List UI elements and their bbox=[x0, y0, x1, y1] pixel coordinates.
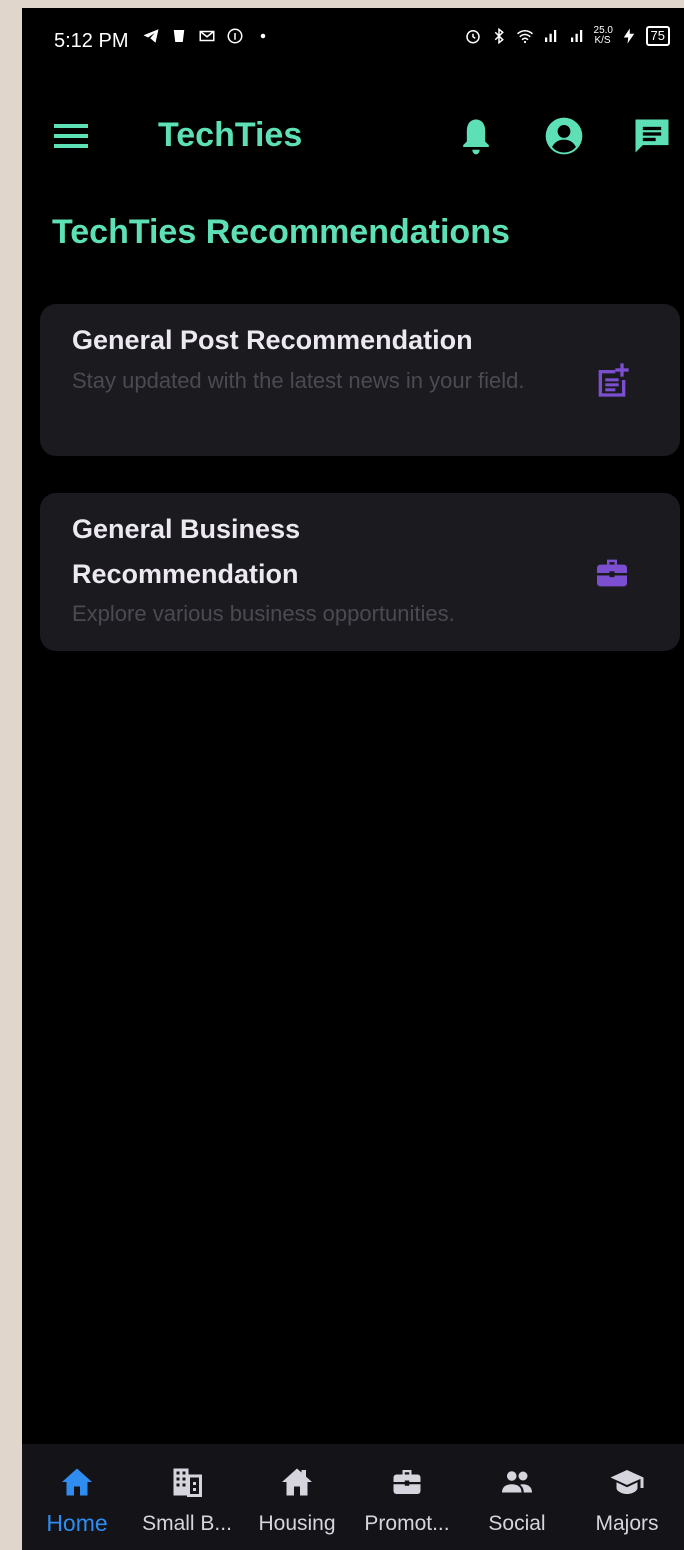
general-business-recommendation-card[interactable]: General Business Recommendation Explore … bbox=[40, 493, 680, 651]
bell-icon[interactable] bbox=[454, 114, 498, 158]
charging-icon bbox=[623, 28, 634, 44]
briefcase-icon bbox=[393, 1470, 421, 1494]
section-title: TechTies Recommendations bbox=[52, 213, 510, 251]
nav-item-majors[interactable]: Majors bbox=[572, 1444, 682, 1550]
cup-icon bbox=[173, 30, 185, 42]
signal-icon bbox=[570, 30, 582, 42]
general-post-recommendation-card[interactable]: General Post Recommendation Stay updated… bbox=[40, 304, 680, 456]
home-icon bbox=[62, 1468, 92, 1496]
nav-item-home[interactable]: Home bbox=[22, 1444, 132, 1550]
nav-label: Majors bbox=[595, 1512, 659, 1535]
status-bar: 5:12 PM 25.0 K/S 75 bbox=[22, 8, 684, 72]
nav-label: Social bbox=[488, 1512, 546, 1535]
network-speed: 25.0 K/S bbox=[593, 25, 613, 46]
telegram-icon bbox=[143, 29, 159, 43]
bottom-navigation: Home Small B... Housing Promot... Social… bbox=[22, 1444, 684, 1550]
status-time: 5:12 PM bbox=[54, 30, 129, 52]
card-title: General Business Recommendation bbox=[72, 514, 301, 589]
post-add-icon bbox=[598, 363, 629, 397]
account-circle-icon[interactable] bbox=[542, 114, 586, 158]
wifi-icon bbox=[516, 30, 533, 44]
nav-label: Promot... bbox=[364, 1512, 450, 1535]
notification-icons bbox=[142, 27, 272, 45]
graduation-cap-icon bbox=[610, 1470, 644, 1494]
menu-icon[interactable] bbox=[52, 120, 92, 152]
nav-item-housing[interactable]: Housing bbox=[242, 1444, 352, 1550]
app-bar: TechTies bbox=[22, 98, 684, 174]
chat-icon[interactable] bbox=[630, 114, 674, 158]
nav-item-small-business[interactable]: Small B... bbox=[132, 1444, 242, 1550]
building-icon bbox=[173, 1468, 202, 1497]
info-circle-icon bbox=[227, 28, 243, 44]
nav-item-promotions[interactable]: Promot... bbox=[352, 1444, 462, 1550]
bluetooth-icon bbox=[494, 27, 504, 45]
app-title: TechTies bbox=[158, 116, 303, 154]
nav-item-social[interactable]: Social bbox=[462, 1444, 572, 1550]
nav-label: Small B... bbox=[142, 1512, 232, 1535]
dot-icon bbox=[260, 33, 266, 39]
card-subtitle: Explore various business opportunities. bbox=[72, 601, 455, 626]
signal-icon bbox=[544, 30, 556, 42]
briefcase-icon bbox=[597, 559, 627, 587]
battery-level: 75 bbox=[645, 26, 670, 46]
card-subtitle: Stay updated with the latest news in you… bbox=[72, 368, 525, 393]
people-icon bbox=[502, 1471, 532, 1493]
mail-icon bbox=[199, 30, 215, 42]
phone-screen: 5:12 PM 25.0 K/S 75 TechTies TechTies Re… bbox=[22, 8, 684, 1550]
card-title: General Post Recommendation bbox=[72, 325, 473, 355]
system-icons: 25.0 K/S 75 bbox=[464, 26, 670, 46]
nav-label: Home bbox=[46, 1510, 108, 1536]
nav-label: Housing bbox=[258, 1512, 336, 1535]
alarm-icon bbox=[465, 30, 480, 44]
house-icon bbox=[282, 1468, 312, 1496]
